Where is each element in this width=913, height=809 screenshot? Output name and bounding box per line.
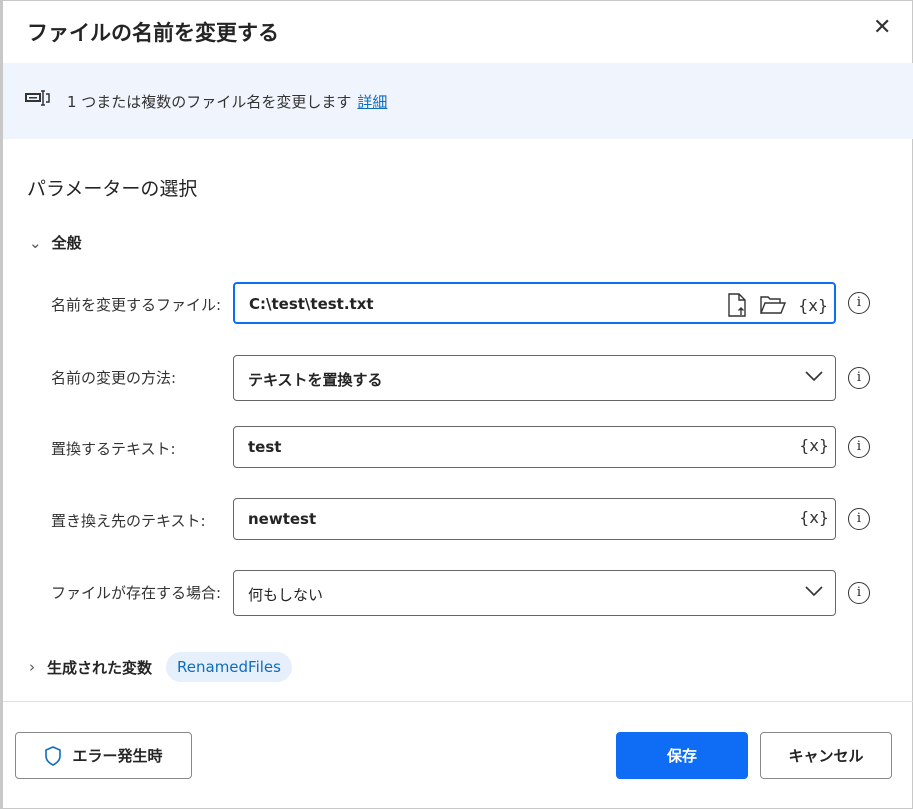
field-row-file: 名前を変更するファイル: C:\test\test.txt {x} i: [3, 282, 913, 324]
description-banner: 1 つまたは複数のファイル名を変更します 詳細: [3, 63, 913, 139]
text-to-replace-input[interactable]: test {x}: [233, 426, 836, 468]
if-exists-value: 何もしない: [248, 586, 324, 604]
replace-value: test: [248, 438, 282, 456]
chevron-down-icon: [805, 371, 823, 382]
if-file-exists-select[interactable]: 何もしない: [233, 570, 836, 616]
field-label: 名前を変更するファイル:: [51, 296, 222, 314]
dialog-title: ファイルの名前を変更する: [27, 21, 279, 45]
info-icon[interactable]: i: [848, 367, 870, 389]
cancel-button[interactable]: キャンセル: [760, 732, 892, 779]
field-row-if-exists: ファイルが存在する場合: 何もしない i: [3, 570, 913, 616]
variable-icon[interactable]: {x}: [799, 436, 829, 455]
variable-pill[interactable]: RenamedFiles: [166, 652, 292, 682]
info-icon[interactable]: i: [848, 582, 870, 604]
file-input[interactable]: C:\test\test.txt {x}: [233, 282, 836, 324]
banner-text: 1 つまたは複数のファイル名を変更します: [67, 93, 352, 111]
chevron-right-icon: ›: [29, 658, 35, 676]
field-label: 置き換え先のテキスト:: [51, 512, 206, 530]
field-row-replace-with: 置き換え先のテキスト: newtest {x} i: [3, 498, 913, 540]
divider: [3, 701, 913, 702]
save-button[interactable]: 保存: [616, 732, 748, 779]
chevron-down-icon: ⌄: [29, 234, 42, 252]
on-error-label: エラー発生時: [72, 747, 163, 765]
field-row-replace: 置換するテキスト: test {x} i: [3, 426, 913, 468]
group-label: 全般: [51, 234, 82, 252]
variable-icon[interactable]: {x}: [798, 296, 828, 315]
file-value: C:\test\test.txt: [249, 295, 374, 313]
rename-icon: [25, 90, 50, 106]
chevron-down-icon: [805, 586, 823, 597]
close-icon[interactable]: ✕: [873, 15, 891, 40]
info-icon[interactable]: i: [848, 292, 870, 314]
rename-file-dialog: ファイルの名前を変更する ✕ 1 つまたは複数のファイル名を変更します 詳細 パラ…: [0, 0, 913, 809]
details-link[interactable]: 詳細: [357, 93, 387, 111]
field-row-method: 名前の変更の方法: テキストを置換する i: [3, 355, 913, 401]
file-upload-icon[interactable]: [726, 293, 748, 317]
on-error-button[interactable]: エラー発生時: [15, 732, 192, 779]
folder-open-icon[interactable]: [760, 295, 787, 315]
method-value: テキストを置換する: [248, 371, 383, 389]
replace-with-value: newtest: [248, 510, 317, 528]
field-label: 名前の変更の方法:: [51, 369, 177, 387]
variable-icon[interactable]: {x}: [799, 508, 829, 527]
info-icon[interactable]: i: [848, 508, 870, 530]
variables-label: 生成された変数: [47, 658, 153, 677]
replace-with-input[interactable]: newtest {x}: [233, 498, 836, 540]
shield-icon: [45, 745, 62, 766]
section-heading: パラメーターの選択: [27, 178, 198, 200]
info-icon[interactable]: i: [848, 436, 870, 458]
rename-method-select[interactable]: テキストを置換する: [233, 355, 836, 401]
generated-variables[interactable]: › 生成された変数 RenamedFiles: [29, 652, 292, 682]
group-general[interactable]: ⌄ 全般: [29, 232, 82, 253]
field-label: 置換するテキスト:: [51, 440, 176, 458]
field-label: ファイルが存在する場合:: [51, 584, 222, 602]
